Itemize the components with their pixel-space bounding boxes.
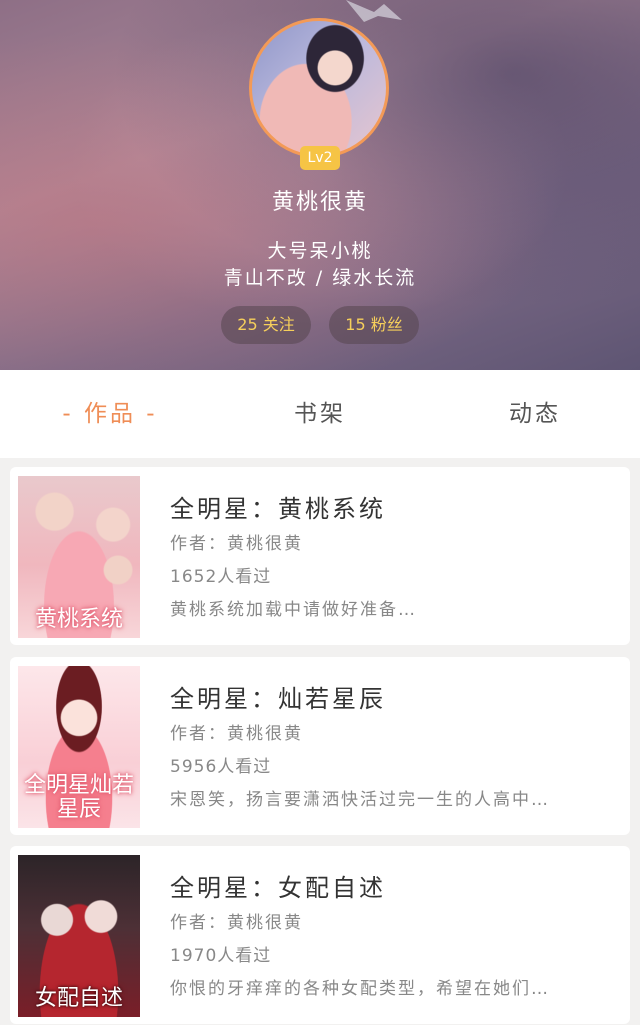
- following-button[interactable]: 25 关注: [221, 306, 311, 344]
- bird-icon: [346, 0, 402, 22]
- book-cover[interactable]: 全明星灿若星辰: [18, 666, 140, 828]
- book-views: 5956人看过: [170, 757, 272, 777]
- cover-title: 全明星灿若星辰: [23, 773, 134, 822]
- book-card[interactable]: 全明星灿若星辰 全明星：灿若星辰 作者：黄桃很黄 5956人看过 宋恩笑，扬言要…: [10, 657, 630, 835]
- book-cover[interactable]: 女配自述: [18, 855, 140, 1017]
- tab-works[interactable]: - 作品 -: [40, 370, 180, 458]
- book-title[interactable]: 全明星：女配自述: [170, 868, 386, 903]
- tab-feed[interactable]: 动态: [465, 370, 605, 458]
- tab-bar: - 作品 - 书架 动态: [0, 370, 640, 458]
- book-title[interactable]: 全明星：黄桃系统: [170, 489, 386, 524]
- book-author: 作者：黄桃很黄: [170, 534, 303, 554]
- book-title[interactable]: 全明星：灿若星辰: [170, 679, 386, 714]
- book-author: 作者：黄桃很黄: [170, 724, 303, 744]
- book-views: 1652人看过: [170, 567, 272, 587]
- book-description: 你恨的牙痒痒的各种女配类型，希望在她们…: [170, 979, 550, 999]
- level-badge: Lv2: [300, 146, 340, 170]
- fans-button[interactable]: 15 粉丝: [329, 306, 419, 344]
- book-cover[interactable]: 黄桃系统: [18, 476, 140, 638]
- book-card[interactable]: 黄桃系统 全明星：黄桃系统 作者：黄桃很黄 1652人看过 黄桃系统加载中请做好…: [10, 467, 630, 645]
- book-views: 1970人看过: [170, 946, 272, 966]
- profile-header: Lv2 黄桃很黄 大号呆小桃 青山不改 / 绿水长流 25 关注 15 粉丝: [0, 0, 640, 370]
- username: 黄桃很黄: [271, 190, 368, 215]
- cover-title: 女配自述: [34, 986, 123, 1011]
- book-description: 宋恩笑，扬言要潇洒快活过完一生的人高中…: [170, 790, 550, 810]
- book-description: 黄桃系统加载中请做好准备…: [170, 600, 417, 620]
- tab-bookshelf[interactable]: 书架: [250, 370, 390, 458]
- bio-line-2: 青山不改 / 绿水长流: [223, 267, 417, 289]
- book-card[interactable]: 女配自述 全明星：女配自述 作者：黄桃很黄 1970人看过 你恨的牙痒痒的各种女…: [10, 846, 630, 1024]
- avatar[interactable]: [249, 18, 389, 158]
- book-author: 作者：黄桃很黄: [170, 913, 303, 933]
- bio-line-1: 大号呆小桃: [267, 240, 373, 262]
- cover-title: 黄桃系统: [34, 607, 123, 632]
